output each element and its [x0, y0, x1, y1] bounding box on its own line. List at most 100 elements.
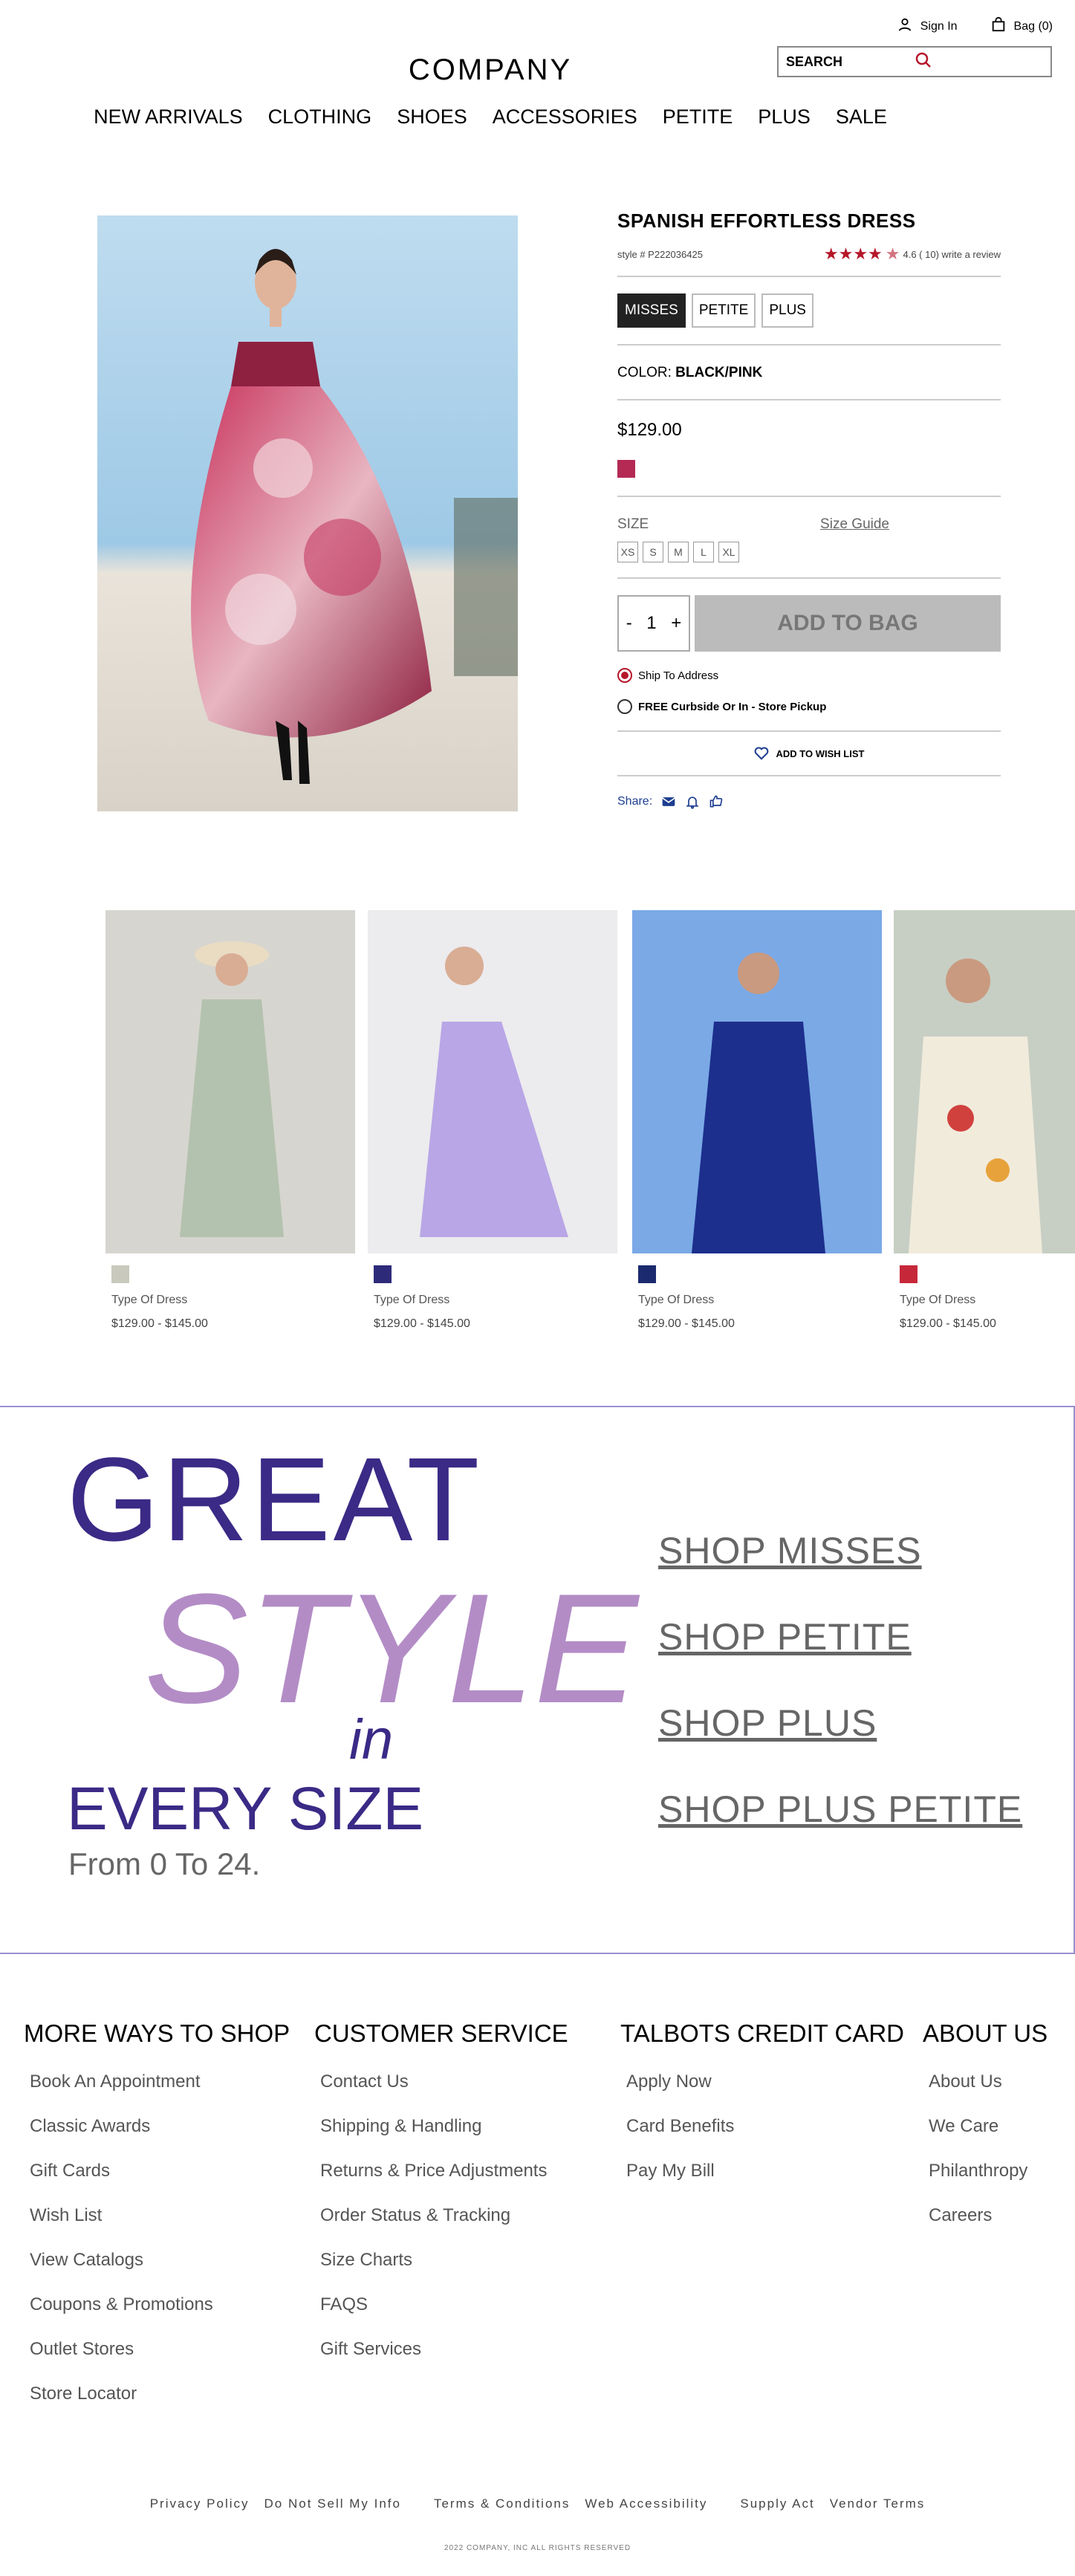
radio-icon[interactable]: [617, 699, 632, 714]
do-not-sell-link[interactable]: Do Not Sell My Info: [264, 2496, 401, 2511]
nav-item[interactable]: PLUS: [758, 106, 811, 129]
footer-link[interactable]: Careers: [929, 2205, 1048, 2226]
footer-link[interactable]: Classic Awards: [30, 2116, 290, 2137]
nav-item[interactable]: SHOES: [397, 106, 467, 129]
product-card[interactable]: Type Of Dress $129.00 - $145.00: [368, 910, 617, 1331]
product-card-image[interactable]: [105, 910, 355, 1253]
product-card[interactable]: Type Of Dress $129.00 - $145.00: [632, 910, 882, 1331]
terms-link[interactable]: Terms & Conditions: [434, 2496, 570, 2511]
swatch[interactable]: [900, 1265, 918, 1283]
footer-link[interactable]: Coupons & Promotions: [30, 2294, 290, 2315]
product-card-name[interactable]: Type Of Dress: [111, 1294, 355, 1307]
swatch[interactable]: [111, 1265, 129, 1283]
add-to-bag-button[interactable]: ADD TO BAG: [695, 595, 1001, 652]
divider: [617, 775, 1001, 776]
shop-plus-link[interactable]: SHOP PLUS: [658, 1701, 877, 1745]
accessibility-link[interactable]: Web Accessibility: [585, 2496, 707, 2511]
tab-petite[interactable]: PETITE: [691, 293, 756, 328]
size-option[interactable]: S: [643, 542, 663, 562]
product-card-image[interactable]: [368, 910, 617, 1253]
wish-list-button[interactable]: ADD TO WISH LIST: [617, 747, 1001, 760]
nav-item[interactable]: PETITE: [663, 106, 733, 129]
search-box[interactable]: SEARCH: [777, 46, 1052, 77]
nav-item[interactable]: CLOTHING: [268, 106, 372, 129]
qty-minus-button[interactable]: -: [626, 613, 632, 634]
tab-plus[interactable]: PLUS: [761, 293, 813, 328]
footer-link[interactable]: We Care: [929, 2116, 1048, 2137]
footer-link[interactable]: FAQS: [320, 2294, 568, 2315]
size-option[interactable]: L: [693, 542, 714, 562]
vendor-terms-link[interactable]: Vendor Terms: [830, 2496, 926, 2511]
supply-act-link[interactable]: Supply Act: [740, 2496, 814, 2511]
size-option[interactable]: M: [668, 542, 689, 562]
footer-link[interactable]: Philanthropy: [929, 2161, 1048, 2181]
product-card[interactable]: Type Of Dress $129.00 - $145.00: [105, 910, 355, 1331]
divider: [617, 730, 1001, 732]
footer-link[interactable]: Book An Appointment: [30, 2071, 290, 2092]
ship-label: Ship To Address: [638, 669, 719, 682]
size-guide-link[interactable]: Size Guide: [820, 516, 889, 533]
product-image[interactable]: [97, 215, 518, 811]
product-card-image[interactable]: [632, 910, 882, 1253]
product-card-name[interactable]: Type Of Dress: [638, 1294, 882, 1307]
email-icon[interactable]: [661, 794, 676, 809]
bag-link[interactable]: Bag (0): [990, 16, 1053, 36]
tab-misses[interactable]: MISSES: [617, 293, 686, 328]
radio-selected-icon[interactable]: [617, 668, 632, 683]
thumbs-up-icon[interactable]: [709, 794, 724, 809]
divider: [617, 496, 1001, 497]
footer-link[interactable]: Returns & Price Adjustments: [320, 2161, 568, 2181]
size-option[interactable]: XS: [617, 542, 638, 562]
product-card-name[interactable]: Type Of Dress: [900, 1294, 1075, 1307]
sign-in-link[interactable]: Sign In: [897, 16, 958, 36]
search-input[interactable]: SEARCH: [786, 54, 915, 70]
footer-link[interactable]: Shipping & Handling: [320, 2116, 568, 2137]
footer-column: TALBOTS CREDIT CARD Apply Now Card Benef…: [620, 2019, 904, 2205]
shop-misses-link[interactable]: SHOP MISSES: [658, 1529, 922, 1572]
product-card-image[interactable]: [894, 910, 1075, 1253]
ship-option[interactable]: Ship To Address: [617, 668, 1001, 683]
privacy-policy-link[interactable]: Privacy Policy: [150, 2496, 250, 2511]
pickup-option[interactable]: FREE Curbside Or In - Store Pickup: [617, 699, 1001, 714]
legal-links: Privacy Policy Do Not Sell My Info Terms…: [0, 2496, 1075, 2511]
rating[interactable]: ★★★★ ★ 4.6 ( 10) write a review: [824, 246, 1001, 262]
footer-link[interactable]: Gift Cards: [30, 2161, 290, 2181]
footer-link[interactable]: Order Status & Tracking: [320, 2205, 568, 2226]
search-icon[interactable]: [915, 51, 1043, 73]
footer-link[interactable]: Card Benefits: [626, 2116, 904, 2137]
swatch[interactable]: [638, 1265, 656, 1283]
footer-link[interactable]: About Us: [929, 2071, 1048, 2092]
size-option[interactable]: XL: [718, 542, 739, 562]
footer-link[interactable]: Gift Services: [320, 2339, 568, 2360]
product-card[interactable]: Type Of Dress $129.00 - $145.00: [894, 910, 1075, 1331]
qty-plus-button[interactable]: +: [671, 613, 681, 634]
utility-bar: Sign In Bag (0): [897, 16, 1053, 36]
star-icon: ★★★★: [823, 244, 883, 263]
swatch[interactable]: [374, 1265, 392, 1283]
product-title: SPANISH EFFORTLESS DRESS: [617, 210, 916, 232]
footer-link[interactable]: Pay My Bill: [626, 2161, 904, 2181]
nav-item[interactable]: SALE: [836, 106, 887, 129]
promo-size-range: From 0 To 24.: [68, 1846, 261, 1881]
shop-plus-petite-link[interactable]: SHOP PLUS PETITE: [658, 1788, 1022, 1831]
sign-in-label: Sign In: [920, 19, 958, 33]
shop-petite-link[interactable]: SHOP PETITE: [658, 1615, 912, 1658]
color-swatch[interactable]: [617, 460, 635, 478]
color-label: COLOR:: [617, 365, 672, 380]
footer-link[interactable]: Outlet Stores: [30, 2339, 290, 2360]
product-card-name[interactable]: Type Of Dress: [374, 1294, 617, 1307]
nav-item[interactable]: NEW ARRIVALS: [94, 106, 243, 129]
rating-text[interactable]: 4.6 ( 10) write a review: [903, 249, 1001, 260]
heart-icon: [754, 747, 768, 760]
bell-icon[interactable]: [685, 794, 700, 809]
nav-item[interactable]: ACCESSORIES: [493, 106, 637, 129]
qty-value[interactable]: 1: [646, 613, 656, 634]
footer-link[interactable]: Wish List: [30, 2205, 290, 2226]
footer-link[interactable]: Store Locator: [30, 2384, 290, 2404]
footer-link[interactable]: Size Charts: [320, 2250, 568, 2271]
color-line: COLOR: BLACK/PINK: [617, 365, 1001, 381]
divider: [617, 276, 1001, 277]
footer-link[interactable]: Contact Us: [320, 2071, 568, 2092]
footer-link[interactable]: Apply Now: [626, 2071, 904, 2092]
footer-link[interactable]: View Catalogs: [30, 2250, 290, 2271]
